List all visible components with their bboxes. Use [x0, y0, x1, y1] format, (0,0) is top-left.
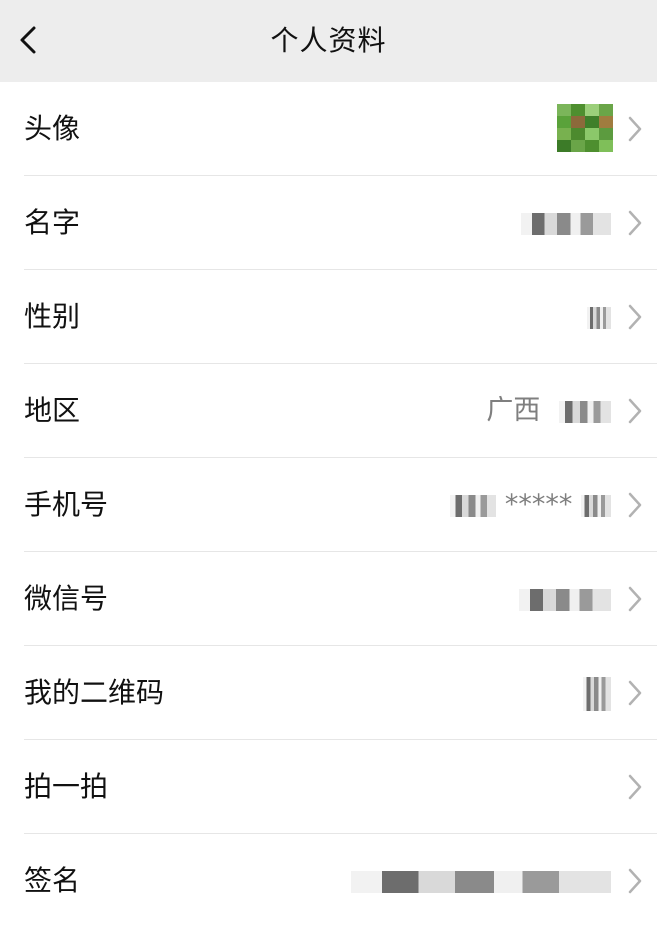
blurred-wechat-id [519, 588, 611, 611]
avatar-label: 头像 [24, 112, 81, 145]
qr-code-value [583, 646, 611, 740]
profile-settings-list: 头像 名字 性别 地区 广西 手机号 ***** 微信号 我的二维码 拍一拍 签… [0, 82, 657, 928]
signature-label: 签名 [24, 864, 81, 897]
chevron-right-icon [628, 774, 642, 800]
chevron-right-icon [628, 210, 642, 236]
signature-value [351, 834, 611, 928]
chevron-right-icon [628, 680, 642, 706]
qr-code-label: 我的二维码 [24, 676, 165, 709]
chevron-right-icon [628, 492, 642, 518]
list-item-region[interactable]: 地区 广西 [0, 364, 657, 458]
phone-value: ***** [450, 458, 611, 552]
list-item-signature[interactable]: 签名 [0, 834, 657, 928]
chevron-right-icon [628, 398, 642, 424]
chevron-right-icon [628, 304, 642, 330]
blurred-phone-suffix [581, 494, 611, 517]
pat-label: 拍一拍 [24, 770, 109, 803]
wechat-id-value [519, 552, 611, 646]
blurred-city [559, 400, 611, 423]
list-item-pat[interactable]: 拍一拍 [0, 740, 657, 834]
list-item-name[interactable]: 名字 [0, 176, 657, 270]
list-item-phone[interactable]: 手机号 ***** [0, 458, 657, 552]
page-title: 个人资料 [270, 24, 387, 57]
region-value: 广西 [486, 364, 611, 458]
chevron-right-icon [628, 868, 642, 894]
region-label: 地区 [24, 394, 81, 427]
top-navigation-bar: 个人资料 [0, 0, 657, 82]
name-label: 名字 [24, 206, 81, 239]
wechat-id-label: 微信号 [24, 582, 109, 615]
gender-value [587, 270, 611, 364]
phone-label: 手机号 [24, 488, 109, 521]
list-item-gender[interactable]: 性别 [0, 270, 657, 364]
avatar [557, 104, 613, 152]
phone-mask: ***** [504, 489, 573, 520]
blurred-signature [351, 870, 611, 893]
gender-label: 性别 [24, 300, 81, 333]
list-item-avatar[interactable]: 头像 [0, 82, 657, 176]
name-value [521, 176, 611, 270]
region-province: 广西 [486, 395, 541, 426]
blurred-gender [587, 306, 611, 329]
qr-code-icon [583, 676, 611, 711]
chevron-right-icon [628, 586, 642, 612]
chevron-right-icon [628, 116, 642, 142]
list-item-qr-code[interactable]: 我的二维码 [0, 646, 657, 740]
blurred-phone-prefix [450, 494, 497, 517]
list-item-wechat-id[interactable]: 微信号 [0, 552, 657, 646]
blurred-name [521, 212, 611, 235]
